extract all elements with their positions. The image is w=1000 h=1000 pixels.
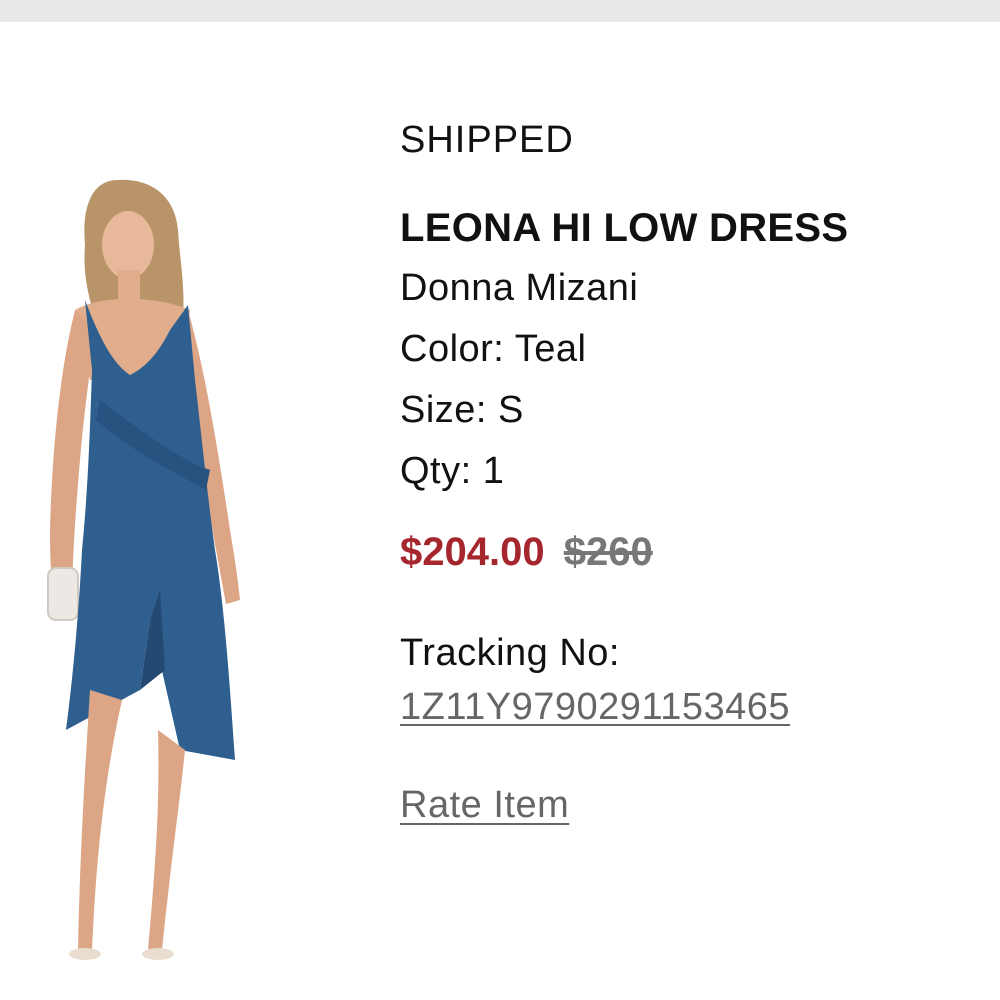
brand-name: Donna Mizani [400, 267, 639, 309]
original-price: $260 [563, 530, 653, 574]
rate-item-link[interactable]: Rate Item [400, 778, 569, 832]
tracking-label: Tracking No: [400, 632, 620, 674]
sale-price: $204.00 [400, 530, 545, 574]
dress-model-illustration [47, 179, 240, 960]
top-bar [0, 0, 1000, 22]
order-item-details: SHIPPED LEONA HI LOW DRESS Donna Mizani … [400, 112, 980, 832]
product-image[interactable] [30, 170, 270, 970]
shipment-status: SHIPPED [400, 119, 574, 161]
tracking-number-link[interactable]: 1Z11Y9790291153465 [400, 682, 790, 732]
color-attribute: Color: Teal [400, 328, 587, 370]
product-name[interactable]: LEONA HI LOW DRESS [400, 198, 980, 258]
price-row: $204.00 $260 [400, 522, 980, 582]
quantity-attribute: Qty: 1 [400, 450, 505, 492]
size-attribute: Size: S [400, 389, 524, 431]
